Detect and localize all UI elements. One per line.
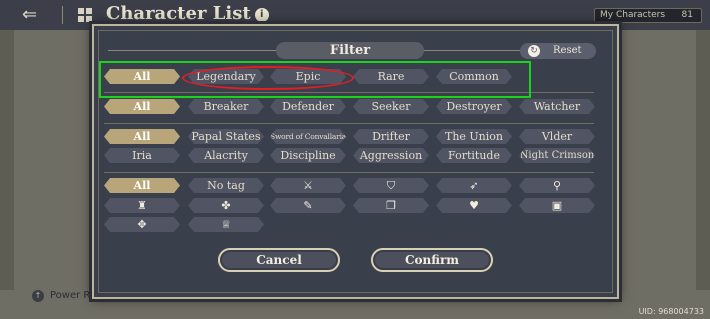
cancel-button[interactable]: Cancel bbox=[218, 248, 340, 272]
my-characters-badge[interactable]: My Characters 81 bbox=[594, 8, 702, 23]
faction-chip-iria[interactable]: Iria bbox=[104, 148, 180, 163]
back-arrow-icon[interactable]: ⇐ bbox=[22, 6, 48, 24]
class-chip-destroyer[interactable]: Destroyer bbox=[436, 99, 512, 114]
faction-chip-night-crimson[interactable]: Night Crimson bbox=[519, 148, 595, 163]
faction-chip-discipline[interactable]: Discipline bbox=[270, 148, 346, 163]
faction-chip-the-union[interactable]: The Union bbox=[436, 129, 512, 144]
faction-filter-row: Iria Alacrity Discipline Aggression Fort… bbox=[104, 148, 594, 165]
tag-chip-staff[interactable]: ⚲ bbox=[519, 178, 595, 193]
section-divider bbox=[104, 123, 594, 124]
tag-chip-trophy[interactable]: ♕ bbox=[188, 217, 264, 232]
staff-icon: ⚲ bbox=[552, 179, 562, 192]
bow-icon: ➶ bbox=[469, 179, 479, 192]
tag-chip-chest[interactable]: ▣ bbox=[519, 198, 595, 213]
confirm-button[interactable]: Confirm bbox=[371, 248, 493, 272]
reset-label: Reset bbox=[553, 45, 582, 56]
right-panel-edge bbox=[696, 30, 710, 290]
faction-chip-sword-of-convallaria[interactable]: Sword of Convallaria bbox=[270, 129, 346, 144]
divider bbox=[62, 6, 63, 24]
faction-chip-vlder[interactable]: Vlder bbox=[519, 129, 595, 144]
tag-chip-bow[interactable]: ➶ bbox=[436, 178, 512, 193]
tag-chip-no-tag[interactable]: No tag bbox=[188, 178, 264, 193]
tag-chip-sword[interactable]: ⚔ bbox=[270, 178, 346, 193]
tag-chip-all[interactable]: All bbox=[104, 178, 180, 193]
power-icon: ↑ bbox=[32, 290, 44, 302]
tag-chip-paw[interactable]: ✤ bbox=[188, 198, 264, 213]
clover-icon: ✥ bbox=[137, 218, 147, 231]
page-title: Character List i bbox=[106, 3, 269, 24]
tag-filter-row: All No tag ⚔ ⛉ ➶ ⚲ bbox=[104, 178, 594, 195]
tag-chip-feather[interactable]: ✎ bbox=[270, 198, 346, 213]
tag-chip-clover[interactable]: ✥ bbox=[104, 217, 180, 232]
chest-icon: ▣ bbox=[551, 199, 563, 212]
tag-chip-heart[interactable]: ♥ bbox=[436, 198, 512, 213]
feather-icon: ✎ bbox=[303, 199, 313, 212]
faction-chip-papal-states[interactable]: Papal States bbox=[188, 129, 264, 144]
section-divider bbox=[104, 172, 594, 173]
highlight-ellipse bbox=[182, 66, 354, 90]
faction-filter-row: All Papal States Sword of Convallaria Dr… bbox=[104, 129, 594, 146]
paw-icon: ✤ bbox=[221, 199, 231, 212]
tag-filter-row: ♜ ✤ ✎ ❐ ♥ ▣ bbox=[104, 198, 594, 215]
class-chip-watcher[interactable]: Watcher bbox=[519, 99, 595, 114]
info-icon[interactable]: i bbox=[254, 8, 269, 22]
power-label: Power R bbox=[50, 290, 91, 301]
grid-icon[interactable] bbox=[78, 8, 92, 22]
filter-title: Filter bbox=[276, 42, 424, 59]
my-characters-count: 81 bbox=[681, 10, 693, 20]
page-title-text: Character List bbox=[106, 3, 251, 24]
faction-chip-aggression[interactable]: Aggression bbox=[353, 148, 429, 163]
class-filter-row: All Breaker Defender Seeker Destroyer Wa… bbox=[104, 99, 594, 116]
faction-chip-drifter[interactable]: Drifter bbox=[353, 129, 429, 144]
class-chip-all[interactable]: All bbox=[104, 99, 180, 114]
reset-icon: ↻ bbox=[528, 45, 540, 57]
tag-chip-rook[interactable]: ♜ bbox=[104, 198, 180, 213]
trophy-icon: ♕ bbox=[221, 218, 231, 231]
reset-button[interactable]: ↻ Reset bbox=[520, 43, 596, 59]
power-sort[interactable]: ↑ Power R bbox=[32, 290, 90, 302]
book-icon: ❐ bbox=[386, 199, 396, 212]
class-chip-seeker[interactable]: Seeker bbox=[353, 99, 429, 114]
uid-label: UID: 968004733 bbox=[638, 307, 704, 316]
shield-icon: ⛉ bbox=[386, 179, 396, 192]
chess-rook-icon: ♜ bbox=[137, 199, 147, 212]
faction-chip-fortitude[interactable]: Fortitude bbox=[436, 148, 512, 163]
left-panel-edge bbox=[0, 30, 14, 290]
class-chip-defender[interactable]: Defender bbox=[270, 99, 346, 114]
heart-icon: ♥ bbox=[469, 199, 479, 212]
tag-filter-row: ✥ ♕ bbox=[104, 217, 594, 234]
filter-dialog: Filter ↻ Reset All Legendary Epic Rare C… bbox=[92, 24, 619, 299]
faction-chip-all[interactable]: All bbox=[104, 129, 180, 144]
my-characters-label: My Characters bbox=[600, 10, 666, 20]
tag-chip-shield[interactable]: ⛉ bbox=[353, 178, 429, 193]
sword-icon: ⚔ bbox=[303, 179, 313, 192]
tag-chip-book[interactable]: ❐ bbox=[353, 198, 429, 213]
faction-chip-alacrity[interactable]: Alacrity bbox=[188, 148, 264, 163]
class-chip-breaker[interactable]: Breaker bbox=[188, 99, 264, 114]
